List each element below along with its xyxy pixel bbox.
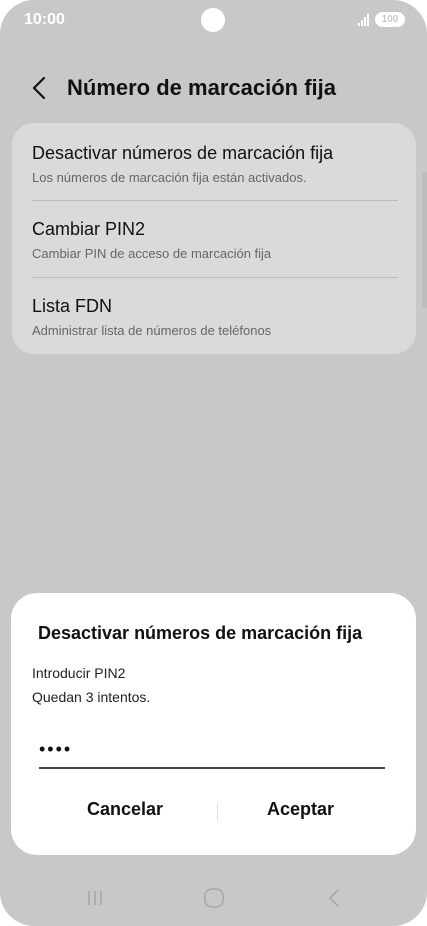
dialog-prompt: Introducir PIN2 bbox=[32, 665, 126, 681]
front-camera bbox=[201, 8, 225, 32]
signal-icon bbox=[358, 13, 369, 26]
scroll-indicator[interactable] bbox=[422, 172, 427, 308]
accept-button[interactable]: Aceptar bbox=[267, 799, 334, 820]
settings-item-subtitle: Administrar lista de números de teléfono… bbox=[32, 323, 272, 338]
navigation-bar bbox=[0, 872, 427, 926]
settings-card: Desactivar números de marcación fija Los… bbox=[12, 123, 416, 354]
divider bbox=[32, 277, 398, 278]
status-bar: 10:00 100 bbox=[0, 0, 427, 40]
cancel-button[interactable]: Cancelar bbox=[87, 799, 163, 820]
pin-dialog: Desactivar números de marcación fija Int… bbox=[11, 593, 416, 855]
back-arrow-icon[interactable] bbox=[26, 74, 54, 102]
home-icon[interactable] bbox=[202, 886, 226, 910]
nav-back-icon[interactable] bbox=[322, 886, 346, 910]
recent-apps-icon[interactable] bbox=[83, 886, 107, 910]
phone-screen: 10:00 100 Número de marcación fija Desac… bbox=[0, 0, 427, 926]
settings-item-fdn-list[interactable]: Lista FDN Administrar lista de números d… bbox=[32, 296, 398, 338]
settings-item-title: Lista FDN bbox=[32, 296, 113, 316]
settings-item-title: Desactivar números de marcación fija bbox=[32, 143, 334, 163]
settings-item-subtitle: Cambiar PIN de acceso de marcación fija bbox=[32, 246, 272, 261]
settings-item-disable-fdn[interactable]: Desactivar números de marcación fija Los… bbox=[32, 143, 398, 185]
divider bbox=[32, 200, 398, 201]
settings-item-change-pin2[interactable]: Cambiar PIN2 Cambiar PIN de acceso de ma… bbox=[32, 219, 398, 261]
status-time: 10:00 bbox=[24, 11, 65, 28]
dialog-title: Desactivar números de marcación fija bbox=[38, 623, 363, 643]
app-header: Número de marcación fija bbox=[0, 66, 427, 110]
pin2-input[interactable] bbox=[39, 731, 385, 769]
dialog-attempts: Quedan 3 intentos. bbox=[32, 689, 151, 705]
battery-icon: 100 bbox=[375, 12, 405, 27]
status-icons: 100 bbox=[358, 12, 405, 27]
settings-item-subtitle: Los números de marcación fija están acti… bbox=[32, 170, 307, 185]
button-separator bbox=[217, 803, 218, 821]
page-title: Número de marcación fija bbox=[67, 75, 336, 100]
settings-item-title: Cambiar PIN2 bbox=[32, 219, 146, 239]
